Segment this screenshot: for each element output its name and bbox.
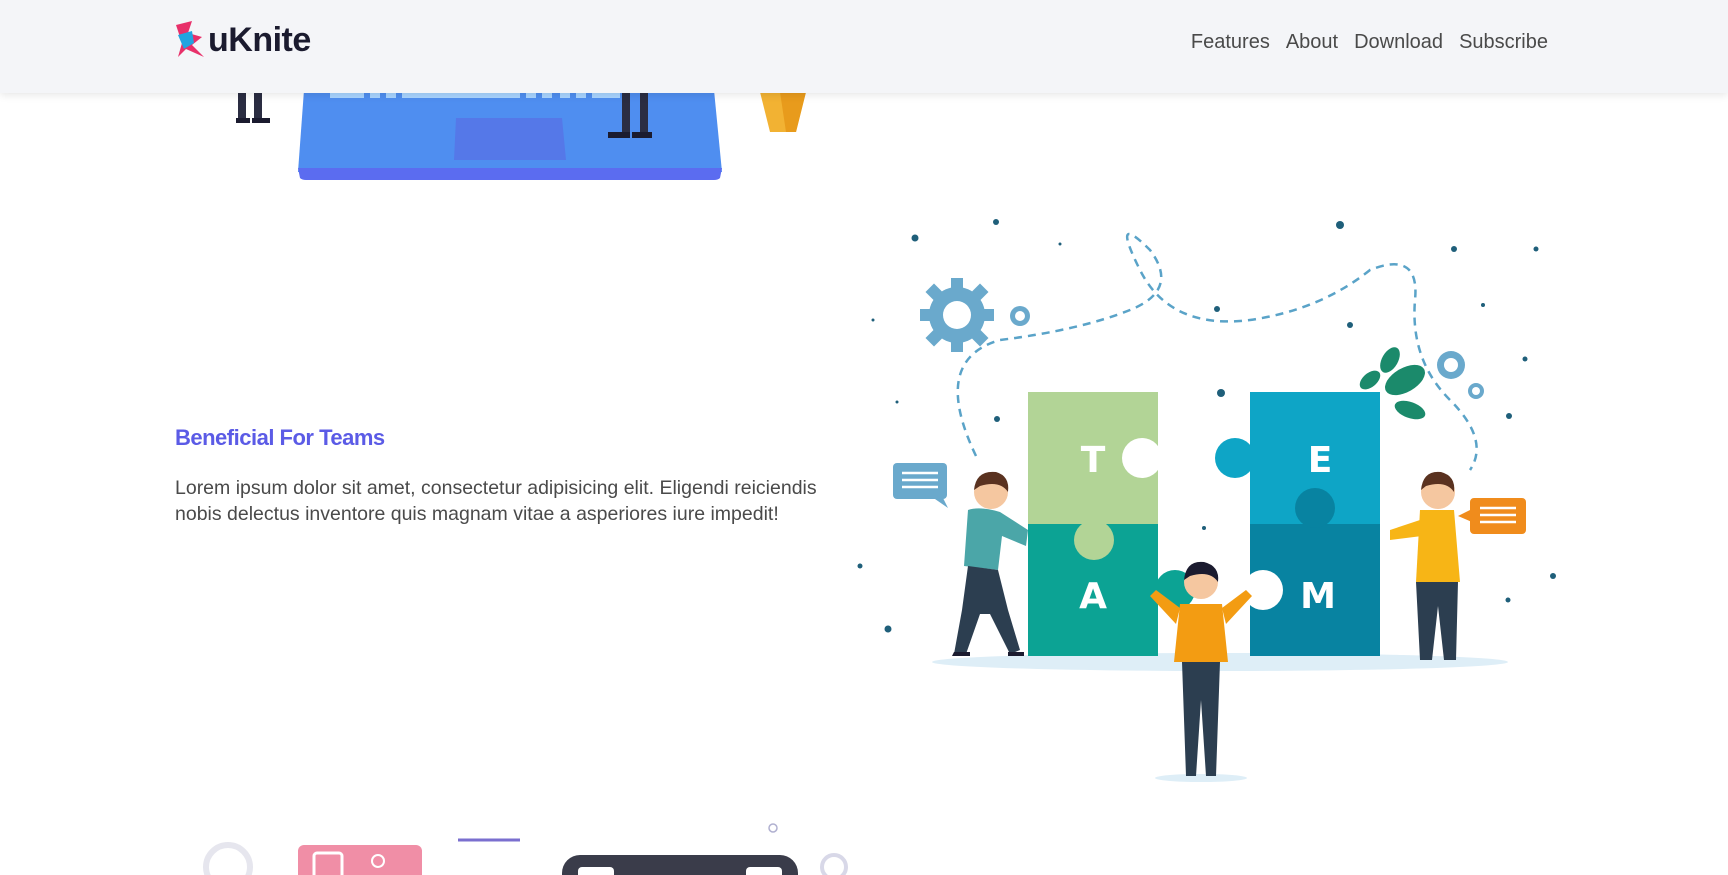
main-nav: Features About Download Subscribe [1191, 31, 1548, 54]
nav-link-features[interactable]: Features [1191, 31, 1270, 54]
team-puzzle-illustration: T E A M [857, 219, 1556, 782]
puzzle-letter-e: E [1308, 440, 1333, 481]
puzzle-letter-a: A [1079, 576, 1107, 617]
nav-link-subscribe[interactable]: Subscribe [1459, 31, 1548, 54]
puzzle-letter-t: T [1081, 440, 1106, 481]
bottom-illustration [203, 823, 848, 875]
nav-link-download[interactable]: Download [1354, 31, 1443, 54]
brand-name: uKnite [208, 20, 311, 59]
feature-section: Beneficial For Teams Lorem ipsum dolor s… [175, 425, 847, 527]
laptop-illustration [236, 80, 806, 180]
brand-link[interactable]: uKnite [174, 19, 311, 61]
feature-description: Lorem ipsum dolor sit amet, consectetur … [175, 477, 817, 525]
navbar: uKnite Features About Download Subscribe [0, 0, 1728, 93]
brand-logo-icon [176, 21, 204, 57]
puzzle-letter-m: M [1300, 576, 1336, 617]
feature-title: Beneficial For Teams [175, 425, 385, 450]
nav-link-about[interactable]: About [1286, 31, 1338, 54]
